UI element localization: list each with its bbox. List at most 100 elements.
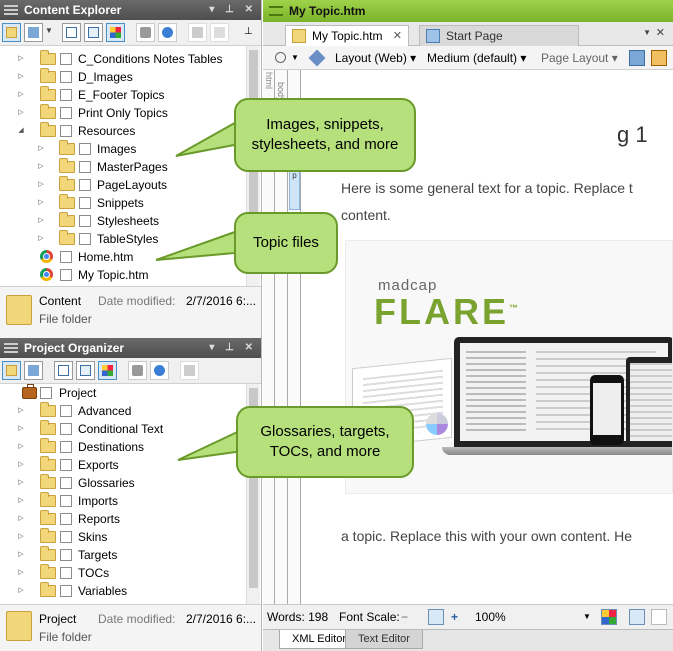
checkbox[interactable] bbox=[79, 161, 91, 173]
folder-icon bbox=[40, 582, 56, 597]
tools-button[interactable] bbox=[136, 23, 155, 42]
expand-icon[interactable]: ▷ bbox=[36, 230, 46, 248]
layout-dropdown[interactable]: Layout (Web) ▾ bbox=[335, 46, 416, 70]
checkbox[interactable] bbox=[40, 387, 52, 399]
checkbox[interactable] bbox=[60, 53, 72, 65]
toolbar-overflow-icon[interactable]: ⊥ bbox=[244, 26, 253, 37]
structure-bar-p-marker[interactable]: p bbox=[289, 170, 300, 210]
preview-icon[interactable] bbox=[629, 50, 645, 66]
structure-bars-icon[interactable] bbox=[629, 609, 645, 625]
expand-icon[interactable]: ▷ bbox=[16, 564, 26, 582]
grip-icon[interactable] bbox=[4, 343, 18, 353]
checkbox[interactable] bbox=[60, 71, 72, 83]
topic-paragraph-1-cont[interactable]: content. bbox=[341, 207, 391, 223]
tab-my-topic[interactable]: My Topic.htm ✕ bbox=[285, 25, 409, 46]
folder-view-button[interactable] bbox=[2, 23, 21, 42]
tab-start-page[interactable]: Start Page bbox=[419, 25, 579, 46]
expand-icon[interactable]: ▷ bbox=[16, 582, 26, 600]
checkbox[interactable] bbox=[60, 477, 72, 489]
checkbox[interactable] bbox=[79, 179, 91, 191]
expand-icon[interactable]: ▷ bbox=[16, 68, 26, 86]
checkbox[interactable] bbox=[60, 459, 72, 471]
checkbox[interactable] bbox=[60, 251, 72, 263]
checkbox[interactable] bbox=[79, 143, 91, 155]
expand-icon[interactable]: ▷ bbox=[36, 212, 46, 230]
expand-icon[interactable]: ▷ bbox=[16, 456, 26, 474]
properties-button[interactable] bbox=[210, 23, 229, 42]
checkbox[interactable] bbox=[60, 107, 72, 119]
close-icon[interactable]: ✕ bbox=[393, 26, 402, 46]
list-view-button[interactable] bbox=[24, 23, 43, 42]
expand-icon[interactable]: ▷ bbox=[16, 474, 26, 492]
checkbox[interactable] bbox=[60, 549, 72, 561]
checkbox[interactable] bbox=[79, 197, 91, 209]
tab-text-editor[interactable]: Text Editor bbox=[345, 630, 423, 649]
folder-view-button[interactable] bbox=[2, 361, 21, 380]
topic-paragraph-2[interactable]: a topic. Replace this with your own cont… bbox=[341, 528, 632, 544]
new-item-button[interactable] bbox=[62, 23, 81, 42]
tools-button[interactable] bbox=[128, 361, 147, 380]
font-scale-decrease-button[interactable]: − bbox=[401, 605, 408, 629]
checkbox[interactable] bbox=[60, 423, 72, 435]
expand-icon[interactable]: ▷ bbox=[16, 420, 26, 438]
checkbox[interactable] bbox=[60, 495, 72, 507]
checkbox[interactable] bbox=[60, 585, 72, 597]
grid-view-icon[interactable] bbox=[601, 609, 617, 625]
content-explorer-title-bar[interactable]: Content Explorer ▾ ⊥ ✕ bbox=[0, 0, 261, 20]
topic-paragraph-1[interactable]: Here is some general text for a topic. R… bbox=[341, 180, 633, 196]
checkbox[interactable] bbox=[60, 441, 72, 453]
pane-controls[interactable]: ▾ ⊥ ✕ bbox=[209, 338, 257, 358]
page-layout-dropdown[interactable]: Page Layout ▾ bbox=[541, 46, 618, 70]
expand-icon[interactable]: ▷ bbox=[16, 492, 26, 510]
up-level-button[interactable] bbox=[188, 23, 207, 42]
medium-dropdown[interactable]: Medium (default) ▾ bbox=[427, 46, 526, 70]
grip-icon[interactable] bbox=[4, 5, 18, 15]
grid-view-button[interactable] bbox=[98, 361, 117, 380]
checkbox[interactable] bbox=[60, 125, 72, 137]
editor-title-bar[interactable]: My Topic.htm bbox=[263, 0, 673, 22]
checkbox[interactable] bbox=[79, 215, 91, 227]
expand-icon[interactable]: ▷ bbox=[16, 438, 26, 456]
topic-heading[interactable]: g 1 bbox=[617, 122, 648, 148]
pane-controls[interactable]: ▾ ⊥ ✕ bbox=[209, 0, 257, 20]
up-level-button[interactable] bbox=[180, 361, 199, 380]
close-all-icon[interactable]: ✕ bbox=[656, 26, 665, 39]
checkbox[interactable] bbox=[60, 405, 72, 417]
project-organizer-title-bar[interactable]: Project Organizer ▾ ⊥ ✕ bbox=[0, 338, 261, 358]
copy-button[interactable] bbox=[84, 23, 103, 42]
refresh-button[interactable] bbox=[158, 23, 177, 42]
copy-button[interactable] bbox=[76, 361, 95, 380]
checkbox[interactable] bbox=[60, 531, 72, 543]
expand-icon[interactable]: ▷ bbox=[16, 104, 26, 122]
expand-icon[interactable]: ▷ bbox=[36, 158, 46, 176]
expand-icon[interactable]: ▷ bbox=[16, 510, 26, 528]
checkbox[interactable] bbox=[60, 269, 72, 281]
view-options-icon[interactable] bbox=[651, 609, 667, 625]
chevron-down-icon[interactable]: ▼ bbox=[45, 26, 53, 35]
expand-icon[interactable]: ▷ bbox=[16, 50, 26, 68]
font-scale-reset-button[interactable] bbox=[428, 609, 444, 625]
expand-icon[interactable]: ▷ bbox=[16, 546, 26, 564]
new-item-button[interactable] bbox=[54, 361, 73, 380]
grid-view-button[interactable] bbox=[106, 23, 125, 42]
checkbox[interactable] bbox=[60, 89, 72, 101]
expand-icon[interactable]: ▷ bbox=[36, 194, 46, 212]
expand-icon[interactable]: ▷ bbox=[16, 402, 26, 420]
checkbox[interactable] bbox=[60, 567, 72, 579]
grip-icon[interactable] bbox=[269, 6, 283, 16]
checkbox[interactable] bbox=[79, 233, 91, 245]
expand-icon[interactable]: ▷ bbox=[16, 86, 26, 104]
chevron-down-icon[interactable]: ▼ bbox=[583, 605, 591, 629]
collapse-icon[interactable]: ◢ bbox=[16, 122, 26, 140]
font-scale-increase-button[interactable]: + bbox=[451, 605, 458, 629]
expand-icon[interactable]: ▷ bbox=[16, 528, 26, 546]
zoom-icon[interactable] bbox=[275, 52, 286, 63]
expand-icon[interactable]: ▷ bbox=[36, 176, 46, 194]
checkbox[interactable] bbox=[60, 513, 72, 525]
chevron-down-icon[interactable]: ▼ bbox=[291, 46, 299, 70]
tools-icon[interactable] bbox=[651, 50, 667, 66]
expand-icon[interactable]: ▷ bbox=[36, 140, 46, 158]
refresh-button[interactable] bbox=[150, 361, 169, 380]
list-view-button[interactable] bbox=[24, 361, 43, 380]
tab-list-icon[interactable]: ▼ bbox=[643, 28, 651, 37]
